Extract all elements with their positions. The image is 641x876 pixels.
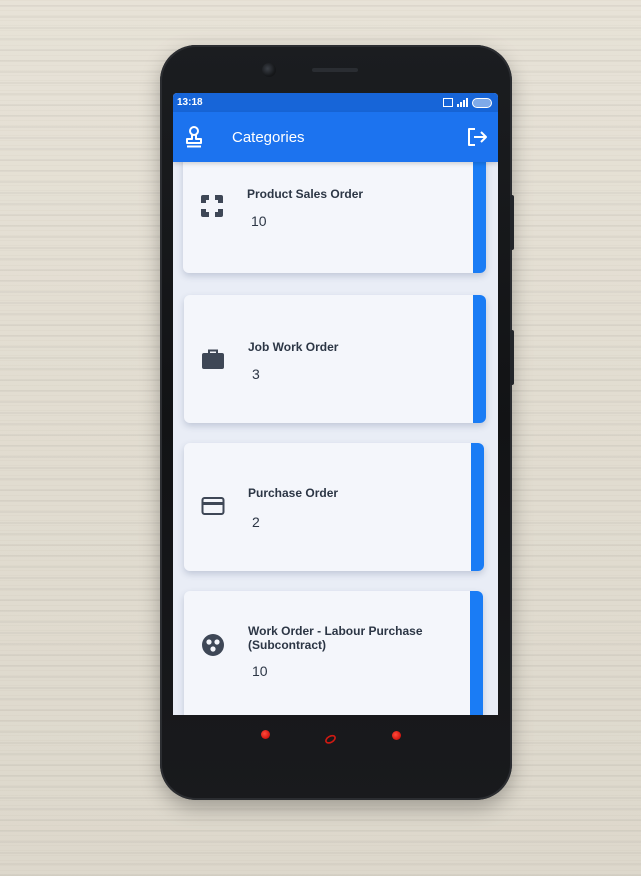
card-accent-bar: [473, 295, 486, 423]
status-icons: [443, 96, 492, 109]
category-card-job-work-order[interactable]: Job Work Order 3: [184, 295, 486, 423]
signal-icon: [457, 98, 468, 107]
battery-icon: [472, 97, 492, 108]
notification-icon: [443, 98, 453, 107]
card-title: Job Work Order: [248, 340, 339, 354]
category-card-purchase-order[interactable]: Purchase Order 2: [184, 443, 484, 571]
app-bar: Categories: [173, 112, 498, 162]
card-accent-bar: [473, 149, 486, 273]
card-count: 3: [252, 366, 260, 382]
card-title: Purchase Order: [248, 486, 339, 500]
category-card-work-order-labour-purchase[interactable]: Work Order - Labour Purchase (Subcontrac…: [184, 591, 483, 715]
stamp-icon[interactable]: [181, 124, 207, 150]
card-title: Product Sales Order: [247, 187, 364, 201]
card-count: 2: [252, 514, 260, 530]
card-accent-bar: [470, 591, 483, 715]
front-camera: [262, 63, 276, 77]
card-count: 10: [252, 663, 268, 679]
card-count: 10: [251, 213, 267, 229]
logout-icon[interactable]: [464, 124, 490, 150]
credit-card-icon: [200, 493, 226, 519]
status-bar: 13:18: [173, 93, 498, 112]
fullscreen-icon: [199, 193, 225, 219]
category-card-product-sales-order[interactable]: Product Sales Order 10: [183, 149, 486, 273]
group-work-icon: [200, 632, 226, 658]
card-accent-bar: [471, 443, 484, 571]
earpiece-speaker: [312, 68, 358, 72]
volume-button: [510, 195, 514, 250]
power-button: [510, 330, 514, 385]
back-button[interactable]: [261, 730, 270, 739]
card-title: Work Order - Labour Purchase (Subcontrac…: [248, 624, 423, 652]
recents-button[interactable]: [392, 731, 401, 740]
status-time: 13:18: [177, 97, 203, 108]
briefcase-icon: [200, 346, 226, 372]
page-title: Categories: [232, 129, 305, 146]
app-screen: 13:18 Categories Product Sales Order 10 …: [173, 93, 498, 715]
